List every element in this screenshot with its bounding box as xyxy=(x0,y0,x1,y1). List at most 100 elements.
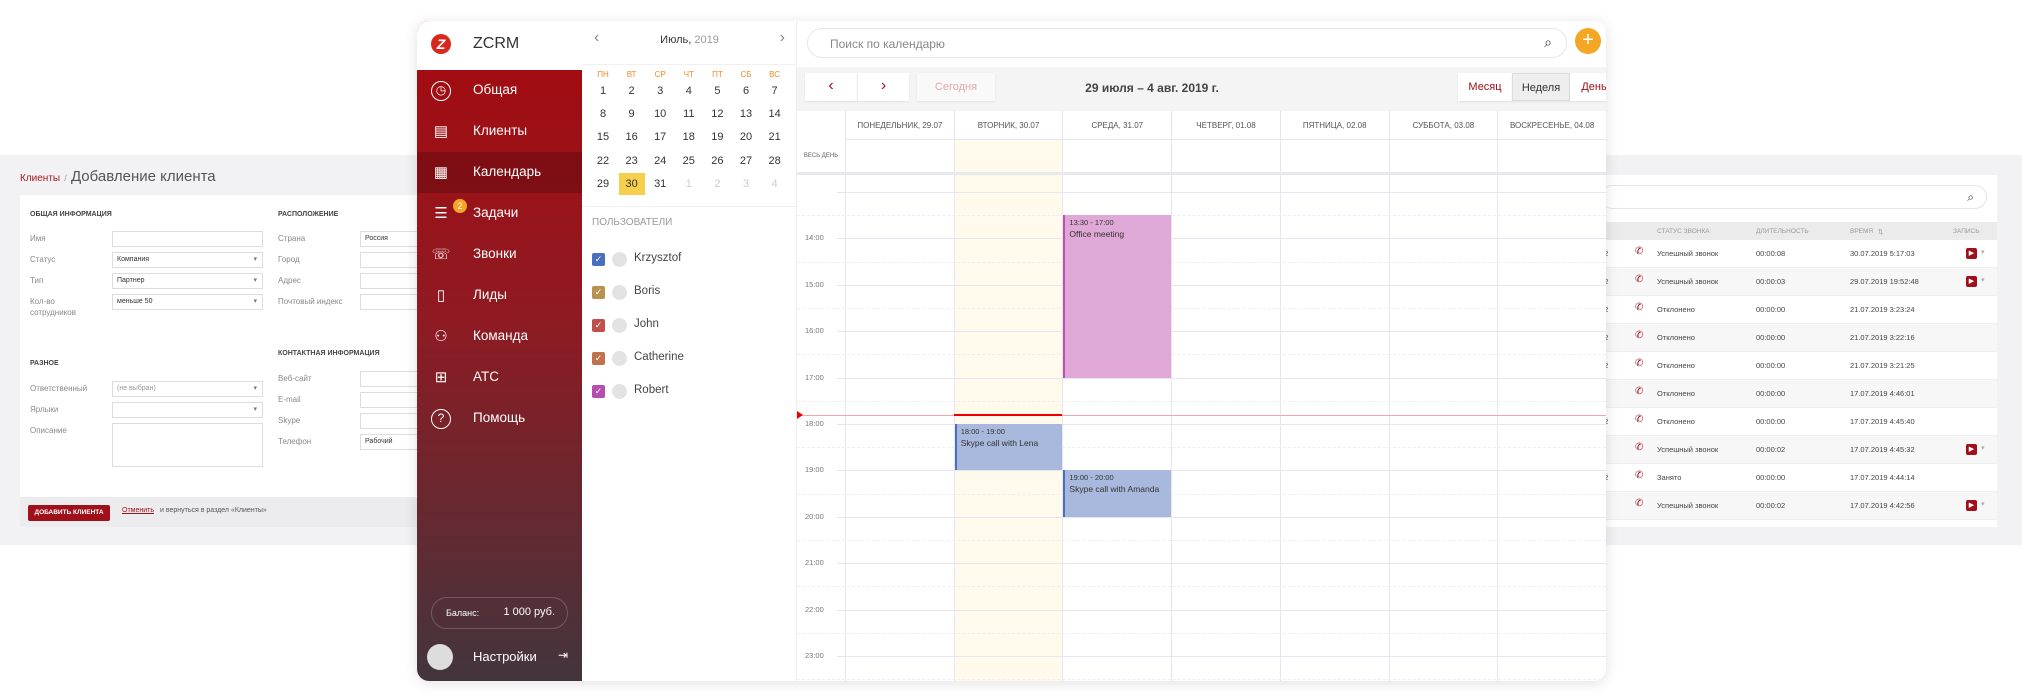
checkbox[interactable]: ✓ xyxy=(592,352,605,365)
date-cell[interactable]: 25 xyxy=(678,155,700,167)
date-cell[interactable]: 5 xyxy=(706,85,728,97)
next-month-button[interactable]: › xyxy=(780,29,785,47)
table-row[interactable]: 2✆Отклонено00:00:0017.07.2019 4:46:01 xyxy=(1560,380,1997,408)
date-cell[interactable]: 4 xyxy=(764,178,786,190)
chevron-down-icon[interactable]: ▾ xyxy=(1981,444,1985,452)
day-header[interactable]: ПОНЕДЕЛЬНИК, 29.07 xyxy=(845,111,954,140)
table-row[interactable]: 62✆Отклонено00:00:0021.07.2019 3:23:24 xyxy=(1560,296,1997,324)
date-cell[interactable]: 16 xyxy=(621,131,643,143)
chevron-down-icon[interactable]: ▾ xyxy=(1981,276,1985,284)
view-month-button[interactable]: Месяц xyxy=(1458,73,1512,101)
next-week-button[interactable]: › xyxy=(857,73,909,101)
day-header[interactable]: ПЯТНИЦА, 02.08 xyxy=(1279,111,1389,140)
play-icon[interactable]: ▶ xyxy=(1966,248,1977,259)
checkbox[interactable]: ✓ xyxy=(592,286,605,299)
table-row[interactable]: 2✆Успешный звонок00:00:0217.07.2019 4:45… xyxy=(1560,436,1997,464)
day-header[interactable]: ЧЕТВЕРГ, 01.08 xyxy=(1171,111,1280,140)
date-cell[interactable]: 31 xyxy=(649,178,671,190)
day-header[interactable]: ВОСКРЕСЕНЬЕ, 04.08 xyxy=(1497,111,1606,140)
table-row[interactable]: 62✆Отклонено00:00:0021.07.2019 3:22:16 xyxy=(1560,324,1997,352)
date-cell[interactable]: 24 xyxy=(649,155,671,167)
cancel-link[interactable]: Отменить xyxy=(122,507,154,514)
date-cell[interactable]: 22 xyxy=(592,155,614,167)
add-client-button[interactable]: ДОБАВИТЬ КЛИЕНТА xyxy=(28,505,110,521)
table-row[interactable]: 62✆Отклонено00:00:0017.07.2019 4:45:40 xyxy=(1560,408,1997,436)
date-cell[interactable]: 2 xyxy=(706,178,728,190)
today-button[interactable]: Сегодня xyxy=(917,73,995,101)
calendar-event[interactable]: 19:00 - 20:00 Skype call with Amanda xyxy=(1063,470,1172,517)
checkbox[interactable]: ✓ xyxy=(592,253,605,266)
date-cell[interactable]: 23 xyxy=(621,155,643,167)
calls-search-input[interactable]: ⌕ xyxy=(1600,185,1987,209)
sidebar-item-8[interactable]: ? Помощь xyxy=(417,398,582,439)
date-cell[interactable]: 18 xyxy=(678,131,700,143)
date-cell[interactable]: 28 xyxy=(764,155,786,167)
sidebar-item-1[interactable]: ▤ Клиенты xyxy=(417,111,582,152)
date-cell[interactable]: 3 xyxy=(649,85,671,97)
date-cell[interactable]: 4 xyxy=(678,85,700,97)
calendar-search-input[interactable]: Поиск по календарю ⌕ xyxy=(807,28,1567,58)
field-input[interactable] xyxy=(112,231,263,247)
date-cell[interactable]: 17 xyxy=(649,131,671,143)
field-input[interactable]: Компания xyxy=(112,252,263,268)
date-cell[interactable]: 9 xyxy=(621,108,643,120)
date-cell[interactable]: 12 xyxy=(706,108,728,120)
sidebar-item-7[interactable]: ⊞ АТС xyxy=(417,357,582,398)
date-cell[interactable]: 1 xyxy=(592,85,614,97)
sidebar-item-5[interactable]: ▯ Лиды xyxy=(417,275,582,316)
date-cell[interactable]: 7 xyxy=(764,85,786,97)
prev-week-button[interactable]: ‹ xyxy=(805,73,857,101)
play-icon[interactable]: ▶ xyxy=(1966,276,1977,287)
date-cell[interactable]: 11 xyxy=(678,108,700,120)
field-input[interactable]: Партнер xyxy=(112,273,263,289)
chevron-down-icon[interactable]: ▾ xyxy=(1981,248,1985,256)
checkbox[interactable]: ✓ xyxy=(592,385,605,398)
balance-pill[interactable]: Баланс: 1 000 руб. xyxy=(431,597,568,629)
chevron-down-icon[interactable]: ▾ xyxy=(1981,500,1985,508)
table-row[interactable]: 62✆Отклонено00:00:0021.07.2019 3:21:25 xyxy=(1560,352,1997,380)
sort-icon[interactable]: ⇅ xyxy=(1878,228,1883,236)
date-cell[interactable]: 20 xyxy=(735,131,757,143)
date-cell[interactable]: 1 xyxy=(678,178,700,190)
day-header[interactable]: СУББОТА, 03.08 xyxy=(1388,111,1498,140)
view-day-button[interactable]: День xyxy=(1570,73,1606,101)
view-week-button[interactable]: Неделя xyxy=(1512,73,1570,101)
sidebar-item-3[interactable]: ☰ Задачи 2 xyxy=(417,193,582,234)
sidebar-item-0[interactable]: ◷ Общая xyxy=(417,70,582,111)
date-cell[interactable]: 19 xyxy=(706,131,728,143)
calendar-event[interactable]: 18:00 - 19:00 Skype call with Lena xyxy=(954,424,1063,471)
add-event-button[interactable]: + xyxy=(1575,28,1601,54)
field-input[interactable] xyxy=(112,423,263,467)
logout-icon[interactable]: ⇥ xyxy=(558,648,568,662)
date-cell[interactable]: 29 xyxy=(592,178,614,190)
field-input[interactable]: (не выбран) xyxy=(112,381,263,397)
field-input[interactable]: меньше 50 xyxy=(112,294,263,310)
date-cell[interactable]: 30 xyxy=(618,172,645,195)
field-input[interactable] xyxy=(112,402,263,418)
play-icon[interactable]: ▶ xyxy=(1966,444,1977,455)
date-cell[interactable]: 6 xyxy=(735,85,757,97)
breadcrumb-clients-link[interactable]: Клиенты xyxy=(20,173,60,184)
date-cell[interactable]: 10 xyxy=(649,108,671,120)
date-cell[interactable]: 14 xyxy=(764,108,786,120)
sidebar-item-2[interactable]: ▦ Календарь xyxy=(417,152,582,193)
date-cell[interactable]: 8 xyxy=(592,108,614,120)
logo[interactable]: Z ZCRM xyxy=(417,21,582,70)
col-time[interactable]: ВРЕМЯ xyxy=(1850,228,1873,235)
date-cell[interactable]: 2 xyxy=(621,85,643,97)
date-cell[interactable]: 13 xyxy=(735,108,757,120)
checkbox[interactable]: ✓ xyxy=(592,319,605,332)
sidebar-item-6[interactable]: ⚇ Команда xyxy=(417,316,582,357)
date-cell[interactable]: 3 xyxy=(735,178,757,190)
day-header[interactable]: СРЕДА, 31.07 xyxy=(1062,111,1172,140)
table-row[interactable]: 2✆Успешный звонок00:00:0217.07.2019 4:42… xyxy=(1560,492,1997,520)
sidebar-item-4[interactable]: ☏ Звонки xyxy=(417,234,582,275)
date-cell[interactable]: 15 xyxy=(592,131,614,143)
table-row[interactable]: 62✆Успешный звонок00:00:0329.07.2019 19:… xyxy=(1560,268,1997,296)
search-icon[interactable]: ⌕ xyxy=(1544,34,1552,51)
table-row[interactable]: 62✆Занято00:00:0017.07.2019 4:44:14 xyxy=(1560,464,1997,492)
date-cell[interactable]: 21 xyxy=(764,131,786,143)
date-cell[interactable]: 26 xyxy=(706,155,728,167)
calendar-event[interactable]: 13:30 - 17:00 Office meeting xyxy=(1063,215,1172,378)
date-cell[interactable]: 27 xyxy=(735,155,757,167)
